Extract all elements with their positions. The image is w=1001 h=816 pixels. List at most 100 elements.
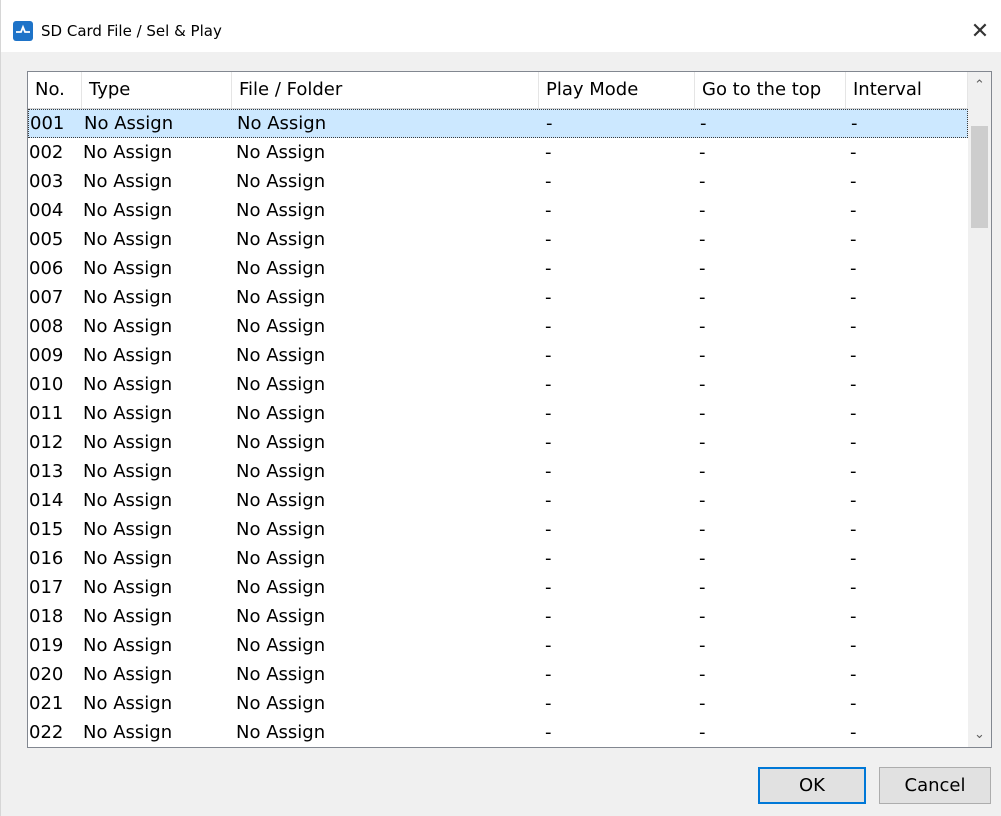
- table-row[interactable]: 016 No Assign No Assign - - -: [28, 544, 968, 573]
- table-row[interactable]: 003 No Assign No Assign - - -: [28, 167, 968, 196]
- table-row[interactable]: 009 No Assign No Assign - - -: [28, 341, 968, 370]
- cell-no: 012: [29, 432, 64, 453]
- col-file-folder-header[interactable]: File / Folder: [232, 72, 539, 108]
- table-row[interactable]: 017 No Assign No Assign - - -: [28, 573, 968, 602]
- cell-type: No Assign: [83, 722, 173, 743]
- cell-type: No Assign: [83, 374, 173, 395]
- cell-interval: -: [850, 316, 857, 337]
- table-row[interactable]: 013 No Assign No Assign - - -: [28, 457, 968, 486]
- cell-interval: -: [850, 577, 857, 598]
- cell-go-to-top: -: [699, 287, 706, 308]
- cell-file-folder: No Assign: [236, 142, 326, 163]
- col-go-to-top-header[interactable]: Go to the top: [695, 72, 846, 108]
- cell-interval: -: [850, 229, 857, 250]
- cell-go-to-top: -: [699, 432, 706, 453]
- cell-type: No Assign: [83, 200, 173, 221]
- cell-play-mode: -: [545, 577, 552, 598]
- col-play-mode-header[interactable]: Play Mode: [539, 72, 695, 108]
- cell-no: 011: [29, 403, 64, 424]
- close-icon[interactable]: ✕: [963, 14, 997, 48]
- cell-file-folder: No Assign: [236, 432, 326, 453]
- cell-go-to-top: -: [699, 345, 706, 366]
- cell-play-mode: -: [545, 345, 552, 366]
- table-row[interactable]: 021 No Assign No Assign - - -: [28, 689, 968, 718]
- table-row[interactable]: 007 No Assign No Assign - - -: [28, 283, 968, 312]
- cell-no: 021: [29, 693, 64, 714]
- col-type-header[interactable]: Type: [82, 72, 232, 108]
- scroll-thumb[interactable]: [971, 126, 988, 228]
- cell-file-folder: No Assign: [237, 113, 327, 134]
- cell-no: 005: [29, 229, 64, 250]
- table-row[interactable]: 002 No Assign No Assign - - -: [28, 138, 968, 167]
- table-row[interactable]: 014 No Assign No Assign - - -: [28, 486, 968, 515]
- cell-interval: -: [850, 693, 857, 714]
- cell-file-folder: No Assign: [236, 722, 326, 743]
- table-row[interactable]: 020 No Assign No Assign - - -: [28, 660, 968, 689]
- cell-file-folder: No Assign: [236, 635, 326, 656]
- cell-type: No Assign: [83, 258, 173, 279]
- table-row[interactable]: 008 No Assign No Assign - - -: [28, 312, 968, 341]
- file-table[interactable]: No. Type File / Folder Play Mode Go to the t…: [27, 71, 992, 748]
- cell-interval: -: [850, 374, 857, 395]
- cell-interval: -: [851, 113, 858, 134]
- vertical-scrollbar[interactable]: ⌃ ⌄: [968, 72, 991, 747]
- cell-file-folder: No Assign: [236, 548, 326, 569]
- cell-type: No Assign: [83, 432, 173, 453]
- table-row[interactable]: 015 No Assign No Assign - - -: [28, 515, 968, 544]
- cell-play-mode: -: [545, 664, 552, 685]
- cell-play-mode: -: [545, 490, 552, 511]
- table-row[interactable]: 012 No Assign No Assign - - -: [28, 428, 968, 457]
- scroll-up-icon[interactable]: ⌃: [968, 72, 991, 98]
- cell-play-mode: -: [546, 113, 553, 134]
- cell-file-folder: No Assign: [236, 490, 326, 511]
- cell-interval: -: [850, 635, 857, 656]
- table-row[interactable]: 018 No Assign No Assign - - -: [28, 602, 968, 631]
- table-row[interactable]: 006 No Assign No Assign - - -: [28, 254, 968, 283]
- cell-interval: -: [850, 461, 857, 482]
- cell-file-folder: No Assign: [236, 316, 326, 337]
- table-row[interactable]: 005 No Assign No Assign - - -: [28, 225, 968, 254]
- table-row[interactable]: 019 No Assign No Assign - - -: [28, 631, 968, 660]
- dialog-title: SD Card File / Sel & Play: [41, 22, 222, 40]
- cancel-button[interactable]: Cancel: [879, 767, 991, 804]
- cell-type: No Assign: [83, 229, 173, 250]
- cell-go-to-top: -: [699, 606, 706, 627]
- cell-go-to-top: -: [700, 113, 707, 134]
- cell-type: No Assign: [83, 403, 173, 424]
- scroll-down-icon[interactable]: ⌄: [968, 721, 991, 747]
- cell-go-to-top: -: [699, 374, 706, 395]
- cell-type: No Assign: [83, 316, 173, 337]
- table-row[interactable]: 001 No Assign No Assign - - -: [28, 109, 968, 138]
- cell-interval: -: [850, 548, 857, 569]
- cell-interval: -: [850, 200, 857, 221]
- table-row[interactable]: 011 No Assign No Assign - - -: [28, 399, 968, 428]
- col-interval-header[interactable]: Interval: [846, 72, 968, 108]
- cell-type: No Assign: [83, 142, 173, 163]
- cell-play-mode: -: [545, 171, 552, 192]
- cell-play-mode: -: [545, 461, 552, 482]
- cell-play-mode: -: [545, 403, 552, 424]
- cell-no: 022: [29, 722, 64, 743]
- cell-play-mode: -: [545, 606, 552, 627]
- cell-type: No Assign: [83, 548, 173, 569]
- cell-file-folder: No Assign: [236, 577, 326, 598]
- cell-play-mode: -: [545, 548, 552, 569]
- table-row[interactable]: 004 No Assign No Assign - - -: [28, 196, 968, 225]
- cell-file-folder: No Assign: [236, 229, 326, 250]
- cell-file-folder: No Assign: [236, 403, 326, 424]
- cell-file-folder: No Assign: [236, 171, 326, 192]
- col-no-header[interactable]: No.: [28, 72, 82, 108]
- cell-interval: -: [850, 345, 857, 366]
- cell-go-to-top: -: [699, 200, 706, 221]
- cell-interval: -: [850, 664, 857, 685]
- cell-play-mode: -: [545, 258, 552, 279]
- ok-button[interactable]: OK: [758, 767, 866, 804]
- cell-interval: -: [850, 490, 857, 511]
- table-row[interactable]: 010 No Assign No Assign - - -: [28, 370, 968, 399]
- table-row[interactable]: 022 No Assign No Assign - - -: [28, 718, 968, 747]
- cell-no: 002: [29, 142, 64, 163]
- cell-play-mode: -: [545, 374, 552, 395]
- cell-no: 018: [29, 606, 64, 627]
- cell-interval: -: [850, 142, 857, 163]
- cell-type: No Assign: [83, 287, 173, 308]
